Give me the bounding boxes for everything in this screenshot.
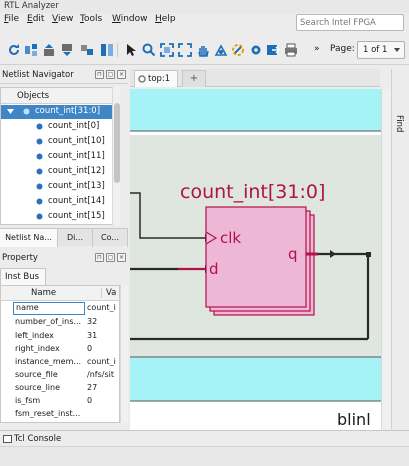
panel-tab-bar: Netlist Na... Di... Co...	[0, 228, 128, 247]
bit-icon	[36, 183, 43, 190]
bit-icon	[36, 123, 43, 130]
property-scrollbar[interactable]	[120, 285, 128, 423]
objects-column-header: Objects	[1, 88, 119, 104]
page-label: Page:	[330, 44, 355, 54]
expand-arrow-icon[interactable]	[7, 108, 14, 115]
menu-tools[interactable]: Tools	[80, 14, 102, 24]
view-tab-bar: top:1 +	[130, 69, 380, 87]
tree-item[interactable]: count_int[15]	[1, 210, 113, 224]
property-row[interactable]: source_line 27	[1, 382, 119, 395]
navigator-scroll-thumb[interactable]	[114, 103, 120, 183]
instance-name: count_int[31:0]	[180, 181, 325, 203]
tree-item-selected[interactable]: count_int[31:0]	[1, 105, 113, 119]
find-label[interactable]: Find	[394, 115, 404, 132]
menu-edit[interactable]: Edit	[27, 14, 44, 24]
tree-item[interactable]: count_int[11]	[1, 150, 113, 164]
fit-selection-icon[interactable]	[178, 43, 192, 57]
zoom-icon[interactable]	[142, 43, 156, 57]
tab-netlist-navigator[interactable]: Netlist Na...	[0, 229, 58, 247]
property-row[interactable]: instance_mem... count_i	[1, 356, 119, 369]
close-icon[interactable]: ×	[117, 253, 126, 262]
filter-icon[interactable]	[80, 43, 94, 57]
property-row[interactable]: source_file/nfs/sit	[1, 369, 119, 382]
color-pick-icon[interactable]	[231, 43, 245, 57]
close-icon[interactable]: ×	[117, 70, 126, 79]
float-icon[interactable]: ▢	[106, 253, 115, 262]
toolbar: » Page: 1 of 1	[0, 35, 409, 65]
title-bar: RTL Analyzer	[0, 0, 409, 13]
find-panel-strip[interactable]: Find	[391, 69, 409, 429]
port-d: d	[209, 260, 219, 278]
tree-item[interactable]: count_int[10]	[1, 135, 113, 149]
netlist-navigator-title: Netlist Navigator	[2, 70, 74, 80]
window-title: RTL Analyzer	[4, 1, 59, 11]
bit-icon	[36, 153, 43, 160]
page-select[interactable]: 1 of 1	[357, 41, 405, 59]
netlist-tree: Objects count_int[31:0] count_int[0] cou…	[0, 87, 120, 225]
port-q: q	[288, 245, 298, 263]
column-name[interactable]: Name	[31, 288, 56, 298]
property-row[interactable]: fsm_reset_inst...	[1, 408, 119, 421]
tab-di[interactable]: Di...	[58, 229, 93, 247]
property-panel-header: Property ⊓ ▢ ×	[0, 251, 128, 266]
settings-gear-icon[interactable]	[249, 43, 263, 57]
status-bar	[0, 446, 409, 466]
tree-item[interactable]: count_int[14]	[1, 195, 113, 209]
property-title: Property	[2, 253, 38, 263]
tcl-console-bar[interactable]: Tcl Console	[0, 430, 409, 446]
hierarchy-up-icon[interactable]	[42, 43, 56, 57]
menu-help[interactable]: Help	[155, 14, 176, 24]
tab-inst-bus[interactable]: Inst Bus	[0, 268, 46, 285]
add-tab-button[interactable]: +	[182, 70, 206, 87]
menu-view[interactable]: View	[52, 14, 73, 24]
property-row[interactable]: left_index 31	[1, 330, 119, 343]
tree-item[interactable]: count_int[13]	[1, 180, 113, 194]
tree-item[interactable]: count_int[12]	[1, 165, 113, 179]
column-value[interactable]: Va	[101, 288, 116, 298]
property-row[interactable]: right_index 0	[1, 343, 119, 356]
pointer-tool-icon[interactable]	[124, 43, 138, 57]
bit-icon	[36, 213, 43, 220]
export-icon[interactable]	[266, 43, 280, 57]
schematic-canvas[interactable]: count_int[31:0] clk d q blinl	[130, 89, 381, 430]
tcl-console-label: Tcl Console	[14, 434, 62, 444]
property-row[interactable]: is_fsm 0	[1, 395, 119, 408]
fit-window-icon[interactable]	[160, 43, 174, 57]
menu-file[interactable]: File	[4, 14, 19, 24]
menu-window[interactable]: Window	[112, 14, 148, 24]
top-band	[130, 89, 381, 131]
pin-icon[interactable]: ⊓	[95, 70, 104, 79]
gear-icon	[138, 75, 146, 83]
property-table-header: Name Va	[1, 286, 119, 301]
netlist-flow-icon[interactable]	[24, 43, 38, 57]
hand-pan-icon[interactable]	[196, 43, 210, 57]
highlight-icon[interactable]	[214, 43, 228, 57]
print-icon[interactable]	[284, 43, 298, 57]
schematic-svg[interactable]: count_int[31:0] clk d q blinl	[130, 89, 381, 430]
refresh-icon[interactable]	[7, 43, 21, 57]
netlist-navigator-header: Netlist Navigator ⊓ ▢ ×	[0, 67, 128, 84]
tree-item[interactable]: count_int[0]	[1, 120, 113, 134]
property-row[interactable]: number_of_ins... 32	[1, 316, 119, 329]
pin-icon[interactable]: ⊓	[95, 253, 104, 262]
bus-icon	[23, 108, 30, 115]
tab-co[interactable]: Co...	[93, 229, 128, 247]
canvas-scrollbar[interactable]	[381, 89, 391, 429]
bottom-label: blinl	[337, 410, 371, 429]
search-input[interactable]	[296, 14, 404, 31]
console-icon	[3, 435, 12, 443]
float-icon[interactable]: ▢	[106, 70, 115, 79]
split-view-icon[interactable]	[100, 43, 114, 57]
property-table: Name Va name count_i number_of_ins... 32 l…	[0, 285, 120, 423]
toolbar-overflow[interactable]: »	[314, 44, 320, 54]
tab-top[interactable]: top:1	[134, 70, 178, 87]
bit-icon	[36, 138, 43, 145]
port-clk: clk	[220, 229, 241, 247]
bit-icon	[36, 168, 43, 175]
property-row[interactable]: name count_i	[1, 302, 119, 315]
bottom-band	[130, 357, 381, 401]
hierarchy-down-icon[interactable]	[60, 43, 74, 57]
navigator-scrollbar[interactable]	[112, 87, 120, 225]
bit-icon	[36, 198, 43, 205]
